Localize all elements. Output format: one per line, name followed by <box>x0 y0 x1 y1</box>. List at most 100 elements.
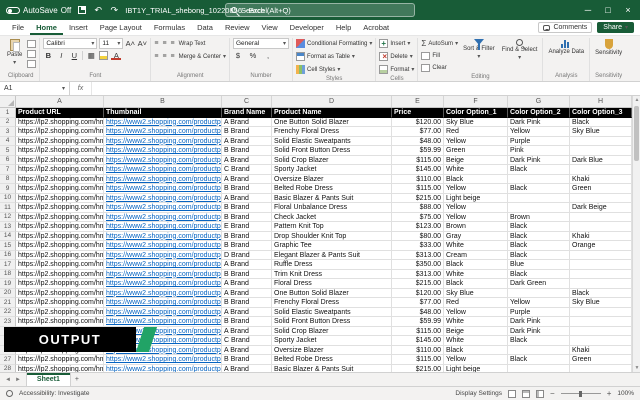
cell-color-option-2[interactable]: Black <box>508 270 570 280</box>
cell-color-option-1[interactable]: White <box>444 165 508 175</box>
cell-thumbnail-link[interactable]: https://www2.shopping.com/productpage. <box>104 213 222 223</box>
cell-price[interactable]: $110.00 <box>392 346 444 356</box>
cell-brand-name[interactable]: A Brand <box>222 365 272 373</box>
tab-insert[interactable]: Insert <box>63 20 94 35</box>
row-header-27[interactable]: 27 <box>0 355 16 365</box>
cell-thumbnail-link[interactable]: https://www2.shopping.com/productpage. <box>104 279 222 289</box>
column-header-H[interactable]: H <box>570 96 632 107</box>
cell-brand-name[interactable]: A Brand <box>222 279 272 289</box>
cell-color-option-3[interactable]: Black <box>570 289 632 299</box>
cell-color-option-1[interactable]: Brown <box>444 222 508 232</box>
zoom-slider[interactable] <box>561 393 601 394</box>
cell-color-option-1[interactable]: Beige <box>444 156 508 166</box>
cell-price[interactable]: $115.00 <box>392 327 444 337</box>
shrink-font-icon[interactable]: A˅ <box>137 39 147 48</box>
cell-product-url[interactable]: https://lp2.shopping.com/hm/productpage <box>16 222 104 232</box>
cell-color-option-2[interactable]: Black <box>508 355 570 365</box>
header-cell-C[interactable]: Brand Name <box>222 108 272 118</box>
conditional-formatting-button[interactable]: Conditional Formatting <box>296 38 372 49</box>
cell-color-option-1[interactable]: White <box>444 336 508 346</box>
cell-color-option-3[interactable] <box>570 308 632 318</box>
cell-product-url[interactable]: https://lp2.shopping.com/hm/productpage <box>16 289 104 299</box>
display-settings-label[interactable]: Display Settings <box>455 390 502 397</box>
cell-color-option-3[interactable]: Sky Blue <box>570 298 632 308</box>
tab-home[interactable]: Home <box>30 20 63 35</box>
cell-color-option-2[interactable]: Dark Pink <box>508 327 570 337</box>
cell-color-option-1[interactable]: White <box>444 241 508 251</box>
add-sheet-icon[interactable]: + <box>71 373 83 386</box>
cell-color-option-3[interactable] <box>570 222 632 232</box>
cell-color-option-2[interactable]: Black <box>508 336 570 346</box>
insert-cells-button[interactable]: Insert <box>379 38 410 49</box>
cell-color-option-3[interactable] <box>570 251 632 261</box>
cell-color-option-3[interactable]: Sky Blue <box>570 127 632 137</box>
align-right-icon[interactable] <box>171 53 175 60</box>
cell-price[interactable]: $59.99 <box>392 317 444 327</box>
cell-product-url[interactable]: https://lp2.shopping.com/hm/productpage <box>16 118 104 128</box>
row-header-11[interactable]: 11 <box>0 203 16 213</box>
page-layout-view-icon[interactable] <box>522 390 530 398</box>
cell-product-name[interactable]: Ruffle Dress <box>272 260 392 270</box>
cell-color-option-3[interactable] <box>570 327 632 337</box>
save-icon[interactable] <box>77 5 87 15</box>
cell-color-option-3[interactable]: Dark Beige <box>570 203 632 213</box>
borders-icon[interactable]: ▦ <box>86 51 96 60</box>
share-button[interactable]: Share <box>597 22 634 33</box>
cell-product-url[interactable]: https://lp2.shopping.com/hm/productpage <box>16 203 104 213</box>
tab-help[interactable]: Help <box>330 20 357 35</box>
column-header-G[interactable]: G <box>508 96 570 107</box>
cell-color-option-2[interactable]: Dark Green <box>508 279 570 289</box>
cell-color-option-1[interactable]: White <box>444 317 508 327</box>
cell-thumbnail-link[interactable]: https://www2.shopping.com/productpage. <box>104 146 222 156</box>
select-all-corner[interactable] <box>0 96 16 107</box>
column-header-B[interactable]: B <box>104 96 222 107</box>
column-header-A[interactable]: A <box>16 96 104 107</box>
cell-color-option-1[interactable]: Yellow <box>444 213 508 223</box>
header-cell-E[interactable]: Price <box>392 108 444 118</box>
autosave-toggle[interactable]: AutoSave Off <box>6 6 71 15</box>
row-header-9[interactable]: 9 <box>0 184 16 194</box>
cell-thumbnail-link[interactable]: https://www2.shopping.com/productpage. <box>104 137 222 147</box>
cell-product-name[interactable]: One Button Solid Blazer <box>272 289 392 299</box>
cell-product-name[interactable]: Floral Dress <box>272 279 392 289</box>
cell-color-option-3[interactable]: Green <box>570 355 632 365</box>
fill-button[interactable]: Fill <box>421 50 458 61</box>
comma-format-icon[interactable]: , <box>263 51 273 60</box>
cell-color-option-2[interactable] <box>508 365 570 373</box>
tab-view[interactable]: View <box>256 20 284 35</box>
cell-brand-name[interactable]: B Brand <box>222 127 272 137</box>
row-header-23[interactable]: 23 <box>0 317 16 327</box>
merge-center-button[interactable]: Merge & Center <box>179 51 226 62</box>
cell-product-url[interactable]: https://lp2.shopping.com/hm/productpage <box>16 165 104 175</box>
row-header-19[interactable]: 19 <box>0 279 16 289</box>
column-header-C[interactable]: C <box>222 96 272 107</box>
row-header-17[interactable]: 17 <box>0 260 16 270</box>
cell-color-option-2[interactable]: Dark Pink <box>508 156 570 166</box>
cell-color-option-3[interactable] <box>570 213 632 223</box>
row-header-12[interactable]: 12 <box>0 213 16 223</box>
font-color-icon[interactable]: A <box>111 51 121 60</box>
cell-product-url[interactable]: https://lp2.shopping.com/hm/productpage <box>16 355 104 365</box>
cell-color-option-3[interactable]: Orange <box>570 241 632 251</box>
cell-color-option-1[interactable]: Sky Blue <box>444 289 508 299</box>
cell-color-option-1[interactable]: Yellow <box>444 355 508 365</box>
cell-product-name[interactable]: Floral Unbalance Dress <box>272 203 392 213</box>
cell-color-option-1[interactable]: Yellow <box>444 184 508 194</box>
cell-product-url[interactable]: https://lp2.shopping.com/hm/productpage <box>16 251 104 261</box>
cell-product-url[interactable]: https://lp2.shopping.com/hm/productpage <box>16 146 104 156</box>
cut-icon[interactable] <box>27 40 36 48</box>
cell-color-option-2[interactable]: Brown <box>508 213 570 223</box>
cell-price[interactable]: $48.00 <box>392 308 444 318</box>
cell-thumbnail-link[interactable]: https://www2.shopping.com/productpage. <box>104 175 222 185</box>
cell-color-option-3[interactable]: Khaki <box>570 175 632 185</box>
cell-color-option-3[interactable]: Khaki <box>570 346 632 356</box>
italic-button[interactable]: I <box>56 51 66 60</box>
cell-product-name[interactable]: Frenchy Floral Dress <box>272 298 392 308</box>
comments-button[interactable]: Comments <box>538 22 592 33</box>
cell-brand-name[interactable]: B Brand <box>222 241 272 251</box>
cell-thumbnail-link[interactable]: https://www2.shopping.com/productpage. <box>104 298 222 308</box>
scrollbar-thumb[interactable] <box>634 106 639 161</box>
redo-icon[interactable]: ↷ <box>109 5 119 15</box>
cell-thumbnail-link[interactable]: https://www2.shopping.com/productpage. <box>104 251 222 261</box>
format-cells-button[interactable]: Format <box>379 64 414 75</box>
